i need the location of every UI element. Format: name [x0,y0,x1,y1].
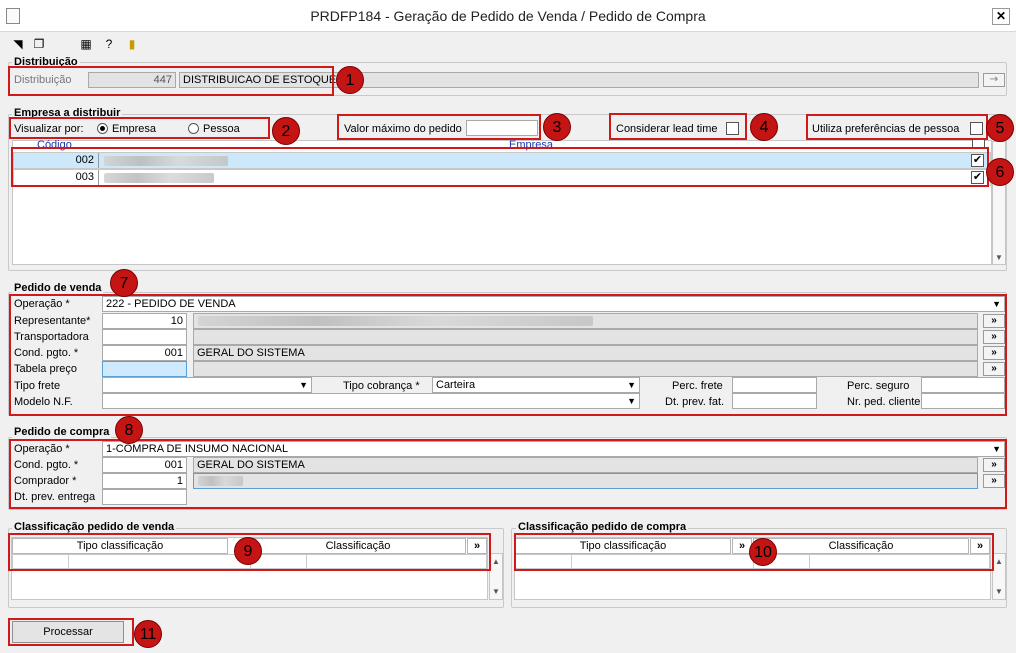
door-icon[interactable]: ▮ [124,36,140,52]
highlight-box-6 [11,147,989,187]
callout-badge-6: 6 [986,158,1014,186]
callout-badge-8: 8 [115,416,143,444]
callout-badge-5: 5 [986,114,1014,142]
scroll-up-icon[interactable]: ▲ [993,556,1005,568]
highlight-box-1 [8,66,334,96]
callout-badge-4: 4 [750,113,778,141]
class-compra-group-label: Classificação pedido de compra [516,521,689,533]
calculator-icon[interactable]: ▦ [78,36,94,52]
distribuicao-lookup-button[interactable]: ⇢ [983,73,1005,87]
class-venda-scrollbar[interactable]: ▲ ▼ [489,553,503,600]
callout-badge-2: 2 [272,117,300,145]
callout-badge-1: 1 [336,66,364,94]
callout-badge-11: 11 [134,620,162,648]
callout-badge-7: 7 [110,269,138,297]
title-bar: PRDFP184 - Geração de Pedido de Venda / … [0,0,1016,32]
callout-badge-9: 9 [234,537,262,565]
scroll-down-icon[interactable]: ▼ [993,586,1005,598]
highlight-box-4 [609,113,747,140]
help-icon[interactable]: ? [101,36,117,52]
callout-badge-3: 3 [543,113,571,141]
class-compra-scrollbar[interactable]: ▲ ▼ [992,553,1006,600]
callout-badge-10: 10 [749,538,777,566]
exit-icon[interactable]: ◥ [10,36,26,52]
highlight-box-2 [9,117,270,139]
copy-icon[interactable]: ❐ [31,36,47,52]
pedido-compra-group-label: Pedido de compra [12,426,112,438]
highlight-box-3 [337,114,541,140]
window-title: PRDFP184 - Geração de Pedido de Venda / … [310,8,706,24]
highlight-box-11 [8,618,134,646]
scroll-down-icon[interactable]: ▼ [490,586,502,598]
scroll-down-icon[interactable]: ▼ [993,252,1005,264]
class-venda-group-label: Classificação pedido de venda [12,521,177,533]
close-button[interactable]: ✕ [992,8,1010,25]
pedido-venda-group-label: Pedido de venda [12,282,104,294]
highlight-box-8 [9,439,1007,509]
scroll-up-icon[interactable]: ▲ [490,556,502,568]
toolbar: ◥ ❐ ▦ ? ▮ [0,33,1016,55]
highlight-box-7 [9,294,1007,416]
highlight-box-5 [806,114,988,140]
